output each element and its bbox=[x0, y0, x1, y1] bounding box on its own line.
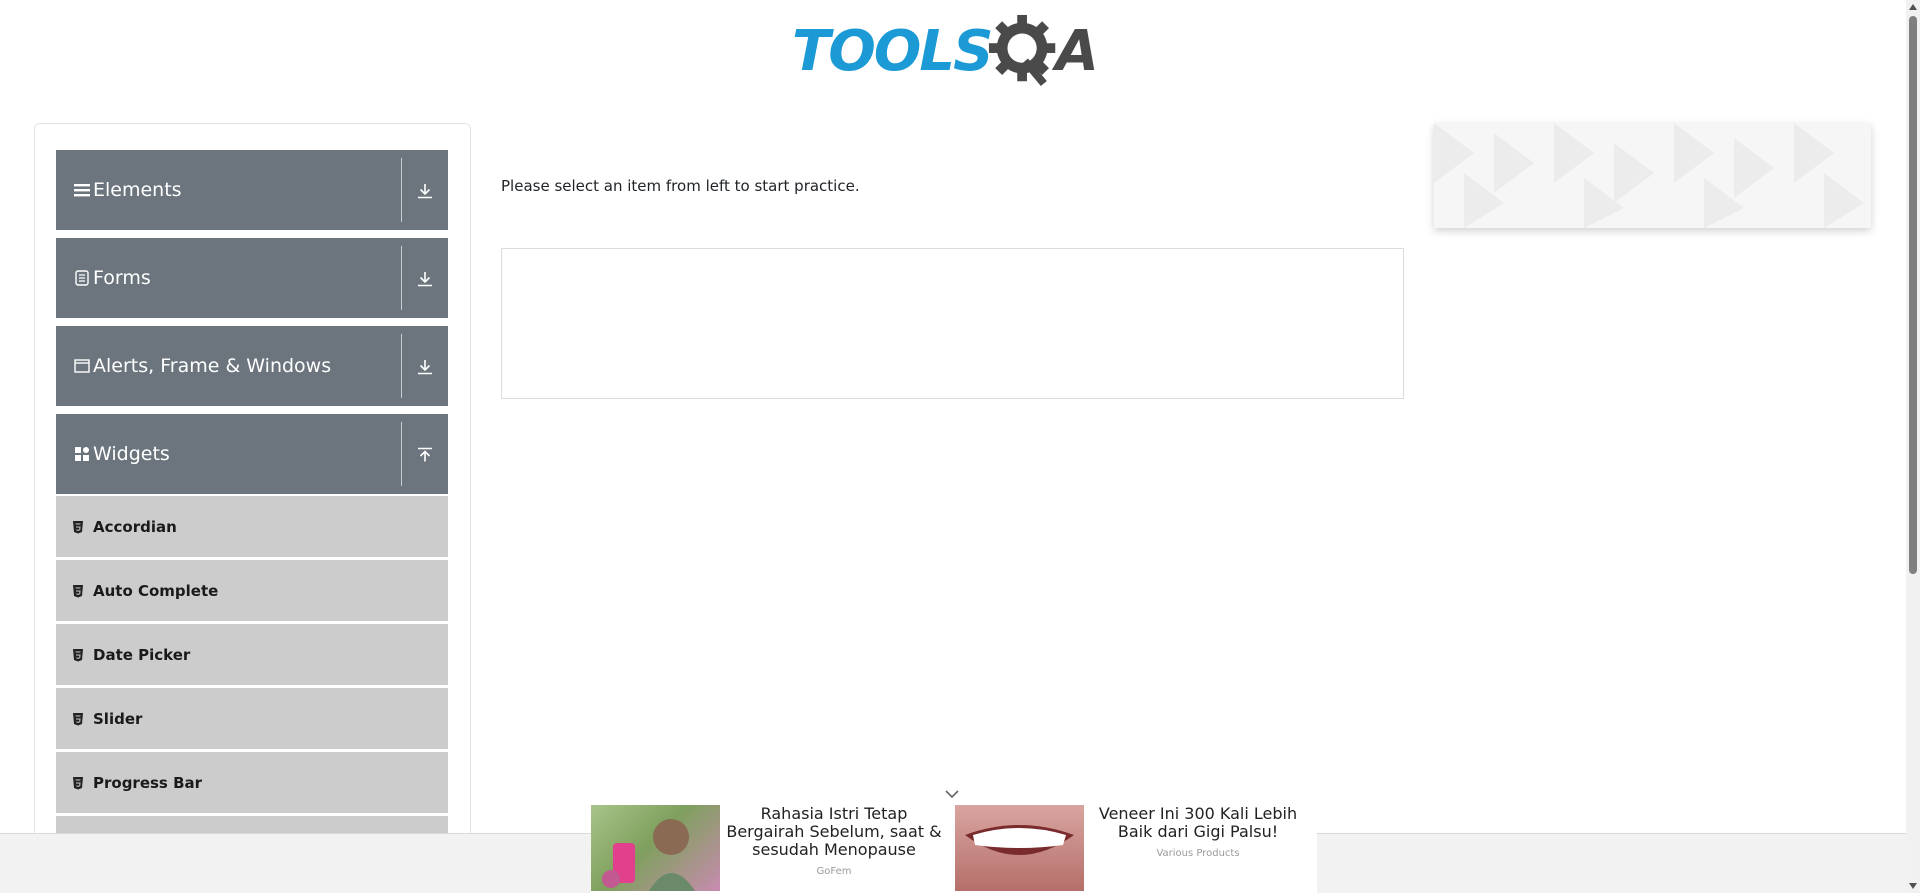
ad-title[interactable]: Veneer Ini 300 Kali Lebih Baik dari Gigi… bbox=[1084, 805, 1312, 841]
sidebar-group-label: Elements bbox=[93, 179, 182, 201]
left-panel: Elements Forms Alerts, Frame & Windows W… bbox=[34, 123, 471, 893]
ad-card-veneer[interactable]: Veneer Ini 300 Kali Lebih Baik dari Gigi… bbox=[955, 805, 1312, 893]
toolsqa-logo[interactable]: TOOLS A bbox=[792, 14, 1099, 90]
scroll-down-arrow-icon[interactable] bbox=[1909, 883, 1917, 889]
sidebar-group-label: Alerts, Frame & Windows bbox=[93, 355, 332, 377]
practice-area bbox=[501, 248, 1404, 399]
download-arrow-icon[interactable] bbox=[416, 358, 434, 376]
download-arrow-icon[interactable] bbox=[416, 270, 434, 288]
page: TOOLS A Elements Forms Alerts, Frame & W… bbox=[0, 0, 1920, 893]
bottom-ad[interactable]: Rahasia Istri Tetap Bergairah Sebelum, s… bbox=[591, 805, 1317, 893]
divider bbox=[401, 334, 402, 398]
menu-icon bbox=[73, 181, 91, 199]
practice-prompt: Please select an item from left to start… bbox=[501, 177, 860, 195]
logo-text: TOOLS bbox=[792, 19, 993, 84]
scroll-up-arrow-icon[interactable] bbox=[1909, 4, 1917, 10]
document-icon bbox=[73, 269, 91, 287]
html5-icon bbox=[73, 648, 83, 661]
ad-image-teeth bbox=[955, 805, 1084, 891]
ad-card-gofem[interactable]: Rahasia Istri Tetap Bergairah Sebelum, s… bbox=[591, 805, 948, 893]
ad-image-woman bbox=[591, 805, 720, 891]
sidebar-group-label: Widgets bbox=[93, 443, 170, 465]
ad-text: Veneer Ini 300 Kali Lebih Baik dari Gigi… bbox=[1084, 805, 1312, 893]
html5-icon bbox=[73, 584, 83, 597]
sidebar-group-label: Forms bbox=[93, 267, 151, 289]
ad-pattern bbox=[1434, 123, 1864, 228]
html5-icon bbox=[73, 776, 83, 789]
sidebar-group-forms[interactable]: Forms bbox=[56, 238, 448, 318]
ad-text: Rahasia Istri Tetap Bergairah Sebelum, s… bbox=[720, 805, 948, 893]
sidebar-item-date-picker[interactable]: Date Picker bbox=[56, 622, 448, 685]
sidebar-item-slider[interactable]: Slider bbox=[56, 686, 448, 749]
vertical-scrollbar[interactable] bbox=[1906, 0, 1920, 893]
ad-source: Various Products bbox=[1156, 848, 1240, 859]
window-icon bbox=[73, 357, 91, 375]
upload-arrow-icon[interactable] bbox=[416, 446, 434, 464]
ad-source: GoFem bbox=[816, 866, 852, 877]
divider bbox=[401, 246, 402, 310]
divider bbox=[401, 158, 402, 222]
sidebar-group-alerts[interactable]: Alerts, Frame & Windows bbox=[56, 326, 448, 406]
sidebar-item-auto-complete[interactable]: Auto Complete bbox=[56, 558, 448, 621]
scroll-thumb[interactable] bbox=[1909, 16, 1917, 574]
sidebar-item-accordian[interactable]: Accordian bbox=[56, 494, 448, 557]
sidebar-item-label: Accordian bbox=[93, 517, 177, 536]
ad-title[interactable]: Rahasia Istri Tetap Bergairah Sebelum, s… bbox=[720, 805, 948, 859]
html5-icon bbox=[73, 520, 83, 533]
sidebar-item-label: Slider bbox=[93, 709, 143, 728]
download-arrow-icon[interactable] bbox=[416, 182, 434, 200]
divider bbox=[401, 422, 402, 486]
widgets-icon bbox=[73, 445, 91, 463]
sidebar-group-elements[interactable]: Elements bbox=[56, 150, 448, 230]
sidebar-item-label: Auto Complete bbox=[93, 581, 219, 600]
sidebar-item-label: Date Picker bbox=[93, 645, 191, 664]
chevron-down-icon[interactable] bbox=[944, 787, 960, 801]
sidebar-item-label: Progress Bar bbox=[93, 773, 203, 792]
gear-magnifier-icon bbox=[989, 14, 1056, 86]
ad-banner-right[interactable] bbox=[1434, 123, 1871, 228]
logo-suffix: A bbox=[1055, 19, 1099, 84]
sidebar-group-widgets[interactable]: Widgets bbox=[56, 414, 448, 494]
sidebar-item-progress-bar[interactable]: Progress Bar bbox=[56, 750, 448, 813]
html5-icon bbox=[73, 712, 83, 725]
